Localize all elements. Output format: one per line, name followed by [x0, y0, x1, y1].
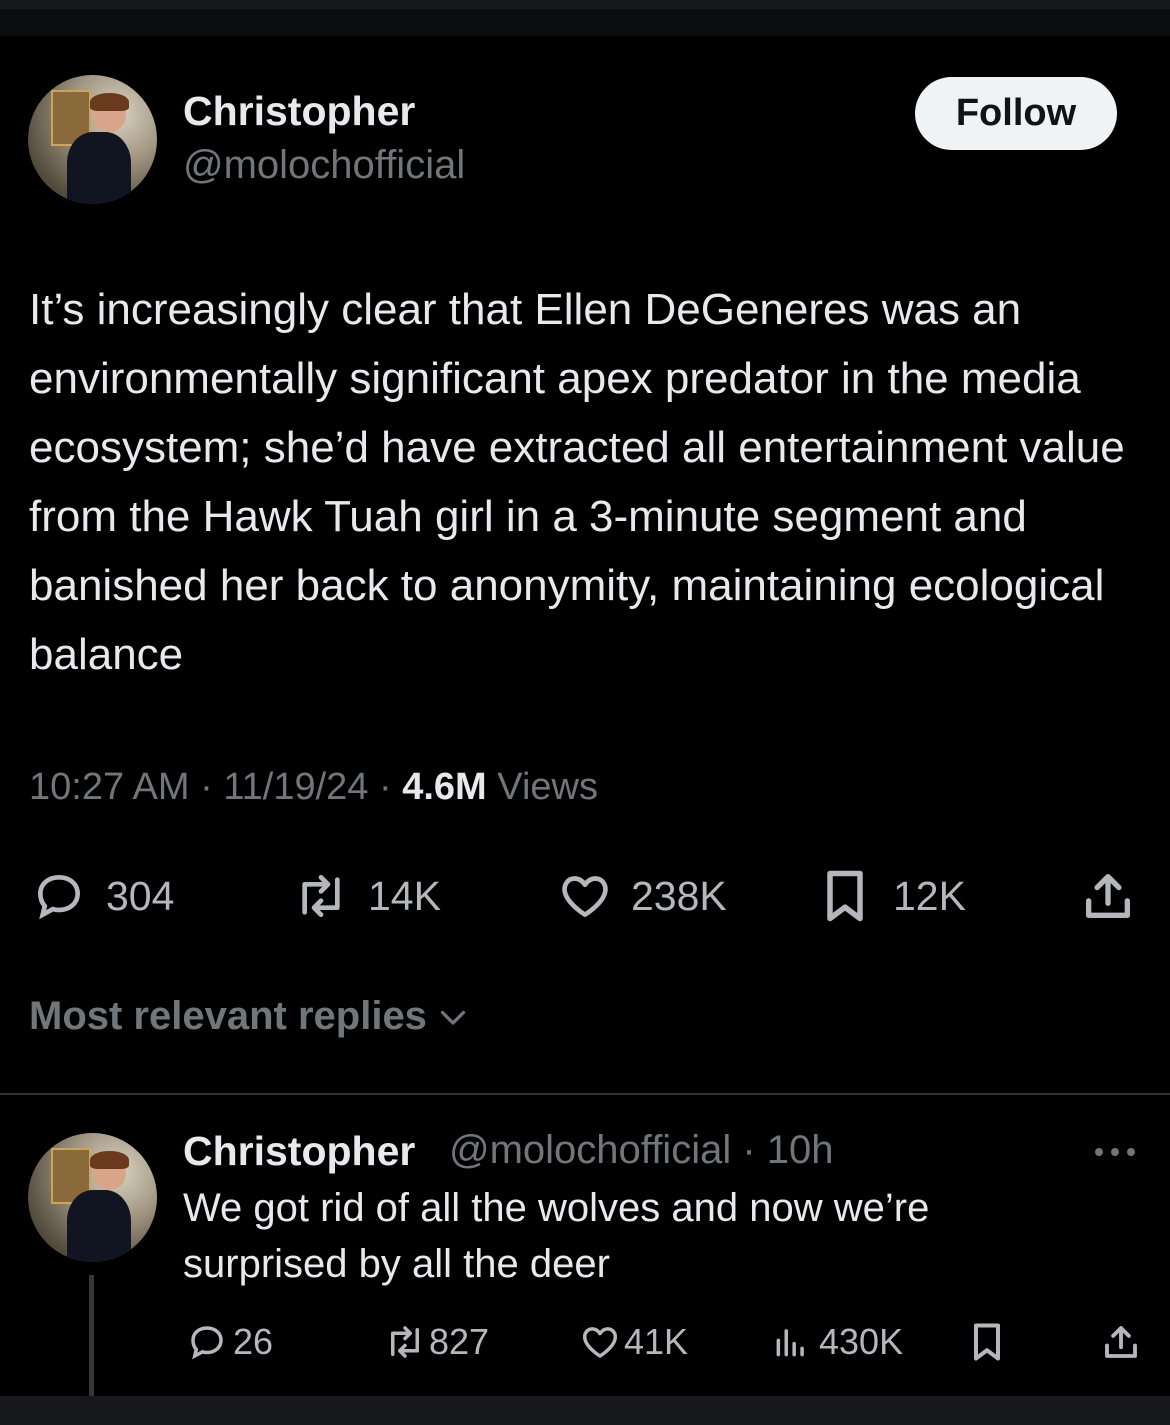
author-avatar[interactable]: [28, 75, 157, 204]
author-handle[interactable]: @molochofficial: [183, 143, 465, 188]
meta-separator: ·: [379, 766, 392, 808]
repost-button[interactable]: 14K: [288, 867, 441, 925]
bookmark-count: 12K: [893, 872, 966, 919]
reply-icon: [191, 1326, 223, 1360]
share-icon: [1086, 874, 1130, 918]
section-divider: [0, 1093, 1170, 1095]
like-icon: [582, 1327, 618, 1358]
more-icon: [1095, 1148, 1135, 1156]
reply-bookmark-button[interactable]: [968, 1320, 1006, 1364]
tweet-meta: 10:27 AM · 11/19/24 · 4.6M Views: [29, 766, 598, 809]
reply-views-count: 430K: [819, 1321, 904, 1362]
reply-button[interactable]: 304: [29, 867, 174, 925]
reply-reply-button[interactable]: 26: [185, 1320, 273, 1364]
bookmark-icon: [827, 870, 863, 922]
reply-author-meta: @molochofficial · 10h: [449, 1128, 834, 1173]
tweet-date[interactable]: 11/19/24: [223, 766, 368, 808]
repost-icon: [302, 875, 340, 917]
reply-like-count: 41K: [624, 1321, 689, 1362]
reply-age[interactable]: 10h: [767, 1128, 834, 1172]
reply-icon: [37, 874, 81, 920]
chevron-down-icon: [440, 1010, 466, 1025]
share-icon: [1105, 1326, 1137, 1358]
like-count: 238K: [631, 872, 727, 919]
reply-count: 304: [106, 872, 175, 919]
reply-repost-button[interactable]: 827: [381, 1320, 489, 1364]
reply-author-name[interactable]: Christopher: [183, 1128, 415, 1175]
top-status-bar: [0, 0, 1170, 36]
reply-reply-count: 26: [233, 1321, 274, 1362]
views-label: Views: [497, 766, 598, 808]
more-options-button[interactable]: [1092, 1140, 1138, 1164]
thread-line: [89, 1275, 94, 1396]
reply-like-button[interactable]: 41K: [578, 1320, 688, 1364]
bottom-bar: [0, 1396, 1170, 1425]
author-name[interactable]: Christopher: [183, 88, 415, 135]
follow-button[interactable]: Follow: [915, 77, 1117, 150]
like-button[interactable]: 238K: [555, 867, 727, 925]
tweet-time[interactable]: 10:27 AM: [29, 766, 190, 808]
share-button[interactable]: [1079, 866, 1137, 926]
like-icon: [562, 876, 608, 917]
reply-repost-count: 827: [429, 1321, 490, 1362]
reply-views-button[interactable]: 430K: [772, 1320, 903, 1364]
replies-sort-dropdown[interactable]: Most relevant replies: [29, 994, 471, 1039]
reply-text: We got rid of all the wolves and now we’…: [183, 1186, 930, 1286]
repost-count: 14K: [368, 872, 441, 919]
repost-icon: [391, 1326, 419, 1358]
meta-separator: ·: [742, 1128, 756, 1172]
meta-separator: ·: [200, 766, 213, 808]
bookmark-button[interactable]: 12K: [818, 867, 966, 925]
views-icon: [776, 1329, 804, 1357]
reply-author-handle[interactable]: @molochofficial: [449, 1128, 731, 1172]
tweet-text: It’s increasingly clear that Ellen DeGen…: [29, 285, 1125, 679]
views-count: 4.6M: [402, 766, 487, 808]
reply-share-button[interactable]: [1100, 1320, 1142, 1364]
reply-author-avatar[interactable]: [28, 1133, 157, 1262]
bookmark-icon: [973, 1323, 1001, 1361]
sort-label: Most relevant replies: [29, 994, 427, 1038]
